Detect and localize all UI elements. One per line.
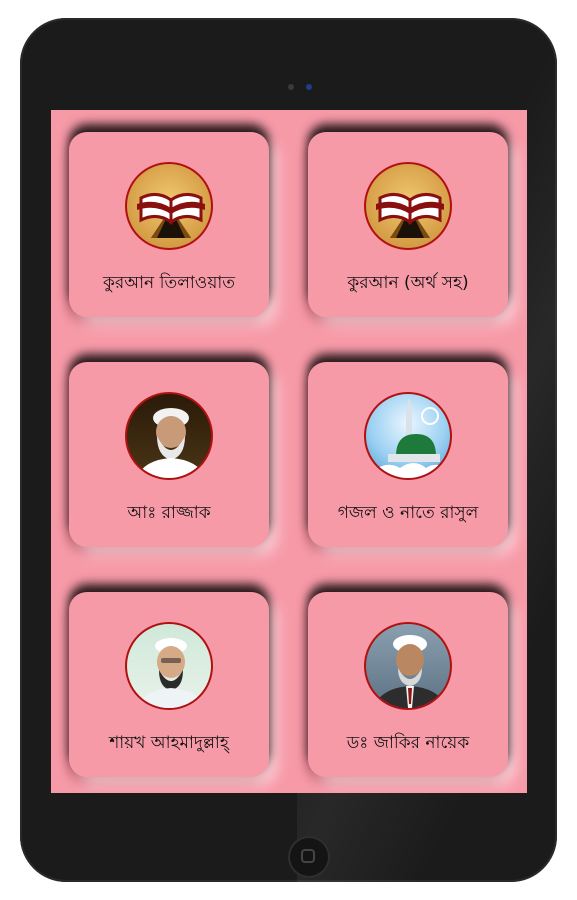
tile-label: ডঃ জাকির নায়েক	[346, 733, 470, 753]
scholar-portrait-icon	[125, 622, 213, 710]
menu-tile-quran-tilawat[interactable]: কুরআন তিলাওয়াত	[69, 132, 269, 317]
menu-tile-gojol-nat[interactable]: গজল ও নাতে রাসুল	[308, 362, 508, 547]
menu-tile-quran-meaning[interactable]: কুরআন (অর্থ সহ)	[308, 132, 508, 317]
tile-label: কুরআন তিলাওয়াত	[102, 273, 236, 293]
menu-tile-zakir-naik[interactable]: ডঃ জাকির নায়েক	[308, 592, 508, 777]
home-button[interactable]	[288, 836, 330, 878]
tile-label: গজল ও নাতে রাসুল	[337, 503, 479, 523]
home-button-icon	[301, 849, 315, 863]
menu-tile-shaykh-ahmadullah[interactable]: শায়খ আহমাদুল্লাহ্	[69, 592, 269, 777]
quran-book-icon	[364, 162, 452, 250]
tile-label: আঃ রাজ্জাক	[127, 503, 211, 523]
mosque-icon	[364, 392, 452, 480]
scholar-portrait-icon	[125, 392, 213, 480]
tile-label: কুরআন (অর্থ সহ)	[347, 273, 469, 293]
tile-label: শায়খ আহমাদুল্লাহ্	[109, 733, 229, 753]
camera-dot	[288, 84, 294, 90]
quran-book-icon	[125, 162, 213, 250]
app-screen: কুরআন তিলাওয়াত কুরআন (অর্থ সহ) আঃ রাজ্জ…	[51, 110, 527, 793]
scholar-portrait-icon	[364, 622, 452, 710]
menu-tile-abdur-razzak[interactable]: আঃ রাজ্জাক	[69, 362, 269, 547]
camera-lens	[306, 84, 312, 90]
